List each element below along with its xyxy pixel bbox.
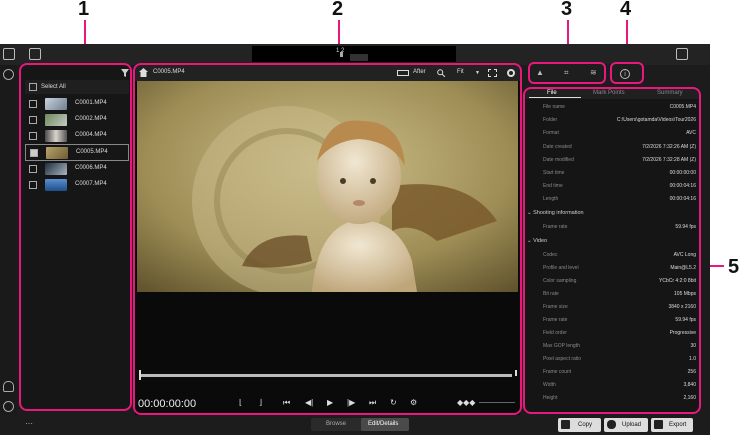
callout-2: 2 <box>332 0 344 20</box>
callout-frame-1 <box>19 63 132 411</box>
panel-layout-icon[interactable] <box>29 48 41 60</box>
export-icon <box>654 420 663 429</box>
left-rail <box>0 65 17 435</box>
upload-button[interactable]: Upload <box>604 418 648 432</box>
sidebar-toggle-icon[interactable] <box>3 48 15 60</box>
top-toolbar: 1 2 <box>0 44 710 65</box>
copy-button[interactable]: Copy <box>558 418 601 432</box>
callout-frame-3 <box>528 62 606 84</box>
callout-3: 3 <box>561 0 573 20</box>
bottom-bar: ··· Browse Edit/Details Copy Upload Expo… <box>0 415 710 435</box>
callout-1: 1 <box>78 0 90 20</box>
copy-icon <box>561 420 570 429</box>
edit-details-mode-button[interactable]: Edit/Details <box>368 421 398 427</box>
callout-5: 5 <box>728 256 740 278</box>
browse-mode-button[interactable]: Browse <box>326 421 346 427</box>
monitor-channels: 1 2 <box>336 48 345 54</box>
callout-frame-5 <box>523 87 701 414</box>
audio-monitor <box>252 46 456 62</box>
bell-icon[interactable] <box>3 381 14 392</box>
cloud-upload-icon <box>607 420 616 429</box>
more-menu[interactable]: ··· <box>25 419 33 428</box>
export-button[interactable]: Export <box>651 418 693 432</box>
callout-4: 4 <box>620 0 632 20</box>
info-panel-toggle-icon[interactable] <box>676 48 688 60</box>
level-meter <box>350 54 368 61</box>
camera-icon[interactable] <box>3 69 14 80</box>
callout-frame-4 <box>610 62 644 84</box>
mode-switcher: Browse Edit/Details <box>311 418 409 431</box>
callout-frame-2 <box>133 63 522 415</box>
account-icon[interactable] <box>3 401 14 412</box>
